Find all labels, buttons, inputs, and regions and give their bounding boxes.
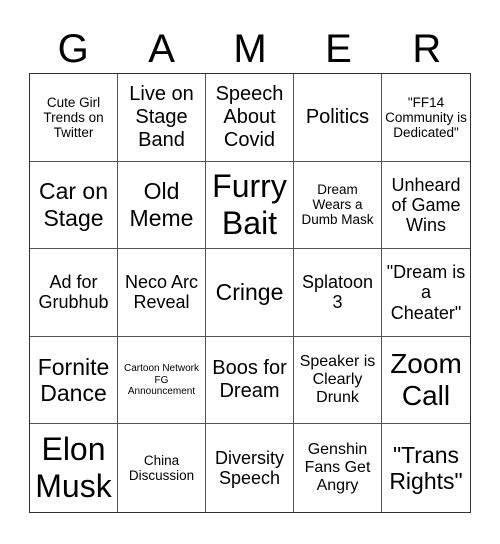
bingo-cell[interactable]: "FF14 Community is Dedicated" — [382, 74, 470, 162]
bingo-cell[interactable]: Cartoon Network FG Announcement — [118, 336, 206, 425]
bingo-cell[interactable]: Car on Stage — [30, 161, 118, 250]
bingo-cell[interactable]: China Discussion — [118, 424, 206, 512]
bingo-cell[interactable]: Diversity Speech — [206, 424, 294, 512]
bingo-cell[interactable]: Speech About Covid — [206, 74, 294, 162]
bingo-cell[interactable]: Cute Girl Trends on Twitter — [30, 74, 118, 162]
bingo-cell[interactable]: Splatoon 3 — [294, 249, 382, 337]
bingo-cell[interactable]: Cringe — [206, 249, 294, 337]
bingo-grid: Cute Girl Trends on Twitter Live on Stag… — [29, 73, 471, 513]
header-letter-a: A — [148, 27, 175, 71]
bingo-cell[interactable]: Elon Musk — [30, 424, 118, 512]
bingo-cell[interactable]: Boos for Dream — [206, 336, 294, 425]
bingo-cell[interactable]: Zoom Call — [382, 337, 470, 425]
bingo-cell[interactable]: Fornite Dance — [30, 336, 118, 425]
header-letter-m: M — [233, 27, 267, 71]
bingo-header: G A M E R — [29, 26, 471, 72]
bingo-cell[interactable]: Old Meme — [118, 161, 206, 250]
header-letter-r: R — [412, 27, 442, 71]
bingo-cell[interactable]: Ad for Grubhub — [30, 249, 118, 337]
bingo-cell[interactable]: Unheard of Game Wins — [382, 162, 470, 250]
bingo-cell[interactable]: Politics — [294, 74, 382, 162]
bingo-cell[interactable]: Furry Bait — [206, 161, 294, 250]
bingo-cell[interactable]: Speaker is Clearly Drunk — [294, 336, 382, 425]
bingo-cell[interactable]: "Dream is a Cheater" — [382, 249, 470, 337]
bingo-cell[interactable]: Neco Arc Reveal — [118, 249, 206, 337]
header-letter-g: G — [57, 27, 89, 71]
bingo-cell[interactable]: Live on Stage Band — [118, 74, 206, 162]
bingo-cell[interactable]: "Trans Rights" — [382, 424, 470, 512]
bingo-cell[interactable]: Dream Wears a Dumb Mask — [294, 161, 382, 250]
bingo-cell[interactable]: Genshin Fans Get Angry — [294, 424, 382, 512]
header-letter-e: E — [325, 27, 352, 71]
